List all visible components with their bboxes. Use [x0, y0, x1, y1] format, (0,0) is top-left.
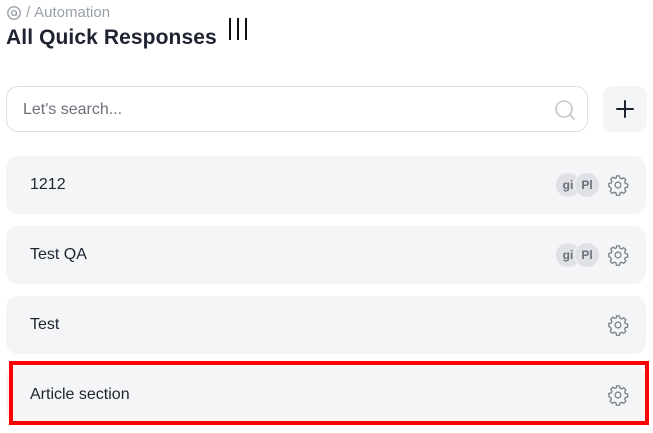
breadcrumb-automation[interactable]: Automation [34, 4, 110, 21]
search-icon[interactable] [553, 98, 577, 122]
list-item[interactable]: Test [6, 296, 646, 354]
gear-icon[interactable] [607, 244, 629, 266]
avatar-group: gi Pl [555, 242, 600, 268]
response-label: Article section [30, 386, 130, 403]
cursor-bars-icon [229, 18, 247, 40]
response-label: 1212 [30, 176, 66, 193]
list-item[interactable]: 1212 gi Pl [6, 156, 646, 214]
response-label: Test QA [30, 246, 87, 263]
search-input[interactable] [21, 87, 545, 133]
avatar: Pl [574, 242, 600, 268]
gear-icon[interactable] [607, 174, 629, 196]
search-box[interactable] [6, 86, 588, 133]
breadcrumb: / Automation [6, 4, 110, 21]
list-item[interactable]: Test QA gi Pl [6, 226, 646, 284]
page-title: All Quick Responses [6, 26, 217, 49]
gear-icon[interactable] [607, 314, 629, 336]
avatar-group: gi Pl [555, 172, 600, 198]
add-response-button[interactable] [603, 86, 647, 132]
breadcrumb-separator: / [26, 4, 31, 21]
plus-icon [616, 100, 634, 118]
home-logo-icon[interactable] [6, 5, 22, 21]
avatar: Pl [574, 172, 600, 198]
response-label: Test [30, 316, 60, 333]
list-item[interactable]: Article section [6, 366, 646, 424]
gear-icon[interactable] [607, 384, 629, 406]
